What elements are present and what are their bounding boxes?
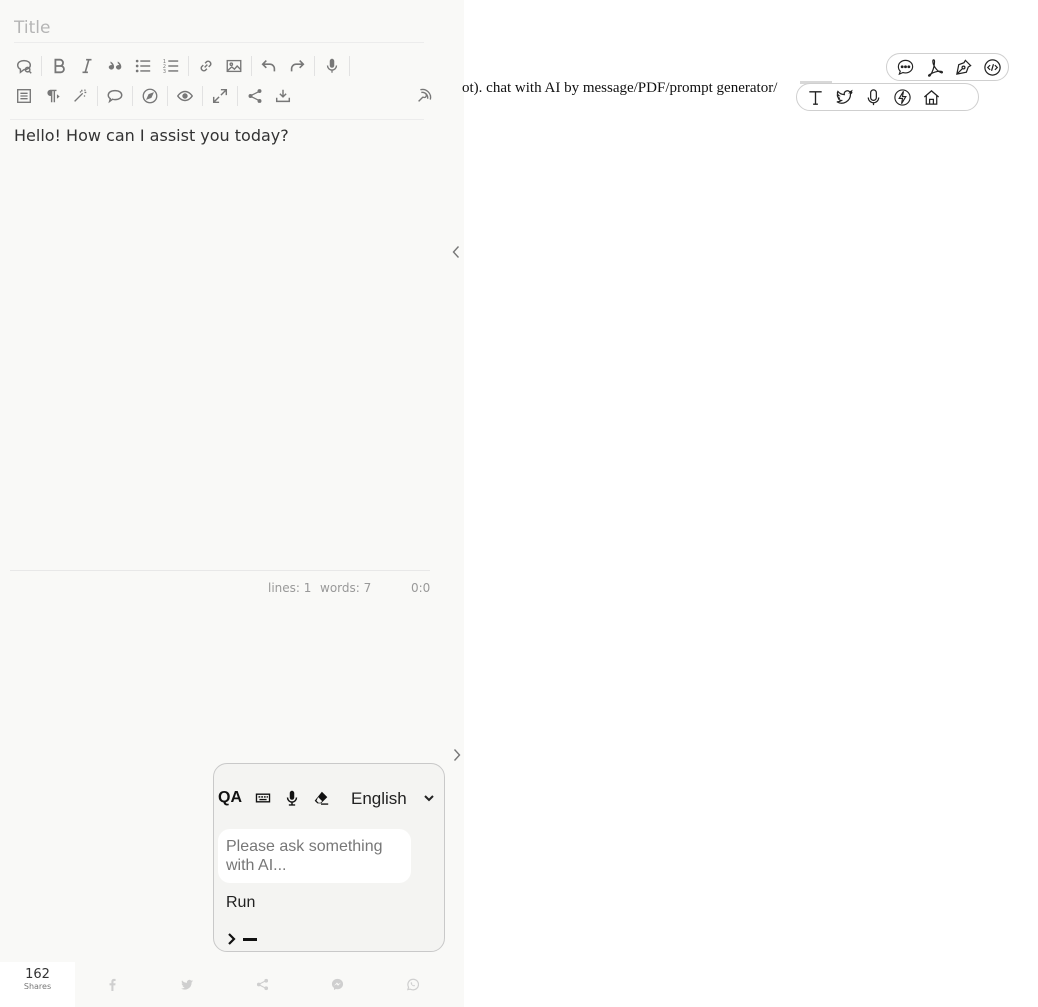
toolbar-separator [97, 86, 98, 106]
magic-wand-icon[interactable] [66, 83, 94, 109]
prompt-chevron-icon [228, 933, 236, 945]
page-body-text: ot). chat with AI by message/PDF/prompt … [462, 80, 778, 96]
whatsapp-icon [406, 978, 419, 991]
ai-widget-toolbar: QA English [218, 786, 440, 810]
download-icon[interactable] [269, 83, 297, 109]
home-icon[interactable] [917, 84, 946, 110]
editor-content[interactable]: Hello! How can I assist you today? [14, 126, 424, 145]
unordered-list-icon[interactable] [129, 53, 157, 79]
prompt-cursor [243, 937, 257, 941]
toolbar-separator [251, 56, 252, 76]
facebook-icon [109, 978, 116, 991]
voice-input-icon[interactable] [318, 53, 346, 79]
compass-icon[interactable] [136, 83, 164, 109]
generic-share-button[interactable] [225, 962, 300, 1007]
search-replace-icon[interactable] [10, 53, 38, 79]
eraser-icon[interactable] [308, 786, 334, 810]
cursor-position: 0:0 [411, 581, 431, 595]
preview-pane-icon[interactable] [10, 83, 38, 109]
word-count: words: 7 [320, 581, 372, 595]
toolbar-separator [202, 86, 203, 106]
lightning-icon[interactable] [888, 84, 917, 110]
toolbar-separator [349, 56, 350, 76]
toolbar-separator [314, 56, 315, 76]
fullscreen-icon[interactable] [206, 83, 234, 109]
status-divider [10, 570, 430, 571]
bold-icon[interactable] [45, 53, 73, 79]
share-count: 162 [25, 967, 50, 982]
pen-nib-icon[interactable] [949, 54, 978, 80]
expand-right-chevron-icon[interactable] [450, 745, 464, 765]
toolbar-separator [188, 56, 189, 76]
whatsapp-share-button[interactable] [375, 962, 450, 1007]
ordered-list-icon[interactable]: 123 [157, 53, 185, 79]
twitter-share-button[interactable] [150, 962, 225, 1007]
qa-mode-label[interactable]: QA [218, 789, 242, 807]
social-share-bar: 162 Shares [0, 962, 464, 1007]
floating-toolbar-bottom [796, 83, 979, 111]
facebook-share-button[interactable] [75, 962, 150, 1007]
chat-bubble-icon[interactable] [891, 54, 920, 80]
microphone-icon[interactable] [279, 786, 305, 810]
link-icon[interactable] [192, 53, 220, 79]
redo-icon[interactable] [283, 53, 311, 79]
twitter-icon [181, 979, 194, 990]
toolbar-separator [132, 86, 133, 106]
title-input[interactable] [14, 14, 424, 43]
status-bar: lines: 1 words: 7 0:0 [0, 581, 464, 597]
undo-icon[interactable] [255, 53, 283, 79]
toolbar-separator [167, 86, 168, 106]
keyboard-icon[interactable] [250, 786, 276, 810]
pdf-icon[interactable] [920, 54, 949, 80]
toolbar-separator [237, 86, 238, 106]
terminal-prompt [226, 932, 257, 946]
broadcast-icon[interactable] [410, 83, 438, 109]
text-icon[interactable] [801, 84, 830, 110]
paragraph-icon[interactable] [38, 83, 66, 109]
language-select[interactable]: English [347, 787, 437, 809]
svg-text:3: 3 [163, 69, 166, 75]
messenger-share-button[interactable] [300, 962, 375, 1007]
twitter-icon[interactable] [830, 84, 859, 110]
italic-icon[interactable] [73, 53, 101, 79]
editor-toolbar-row-1: 123 [10, 53, 353, 79]
floating-toolbar-top [886, 53, 1009, 81]
share-icon[interactable] [241, 83, 269, 109]
chat-icon[interactable] [101, 83, 129, 109]
quote-icon[interactable] [101, 53, 129, 79]
messenger-icon [331, 978, 344, 991]
code-icon[interactable] [978, 54, 1007, 80]
share-count-label: Shares [23, 982, 52, 991]
collapse-left-chevron-icon[interactable] [449, 242, 463, 262]
line-count: lines: 1 [268, 581, 312, 595]
toolbar-divider [10, 119, 424, 120]
toolbar-separator [41, 56, 42, 76]
ai-qa-widget: QA English Run [213, 763, 445, 952]
ai-prompt-input[interactable] [218, 829, 411, 883]
eye-icon[interactable] [171, 83, 199, 109]
microphone-icon[interactable] [859, 84, 888, 110]
run-button[interactable]: Run [226, 894, 255, 912]
share-counter: 162 Shares [0, 962, 75, 1007]
share-icon [256, 978, 269, 991]
markdown-editor-panel: 123 [0, 0, 464, 1007]
editor-toolbar-row-2 [10, 83, 438, 109]
image-icon[interactable] [220, 53, 248, 79]
